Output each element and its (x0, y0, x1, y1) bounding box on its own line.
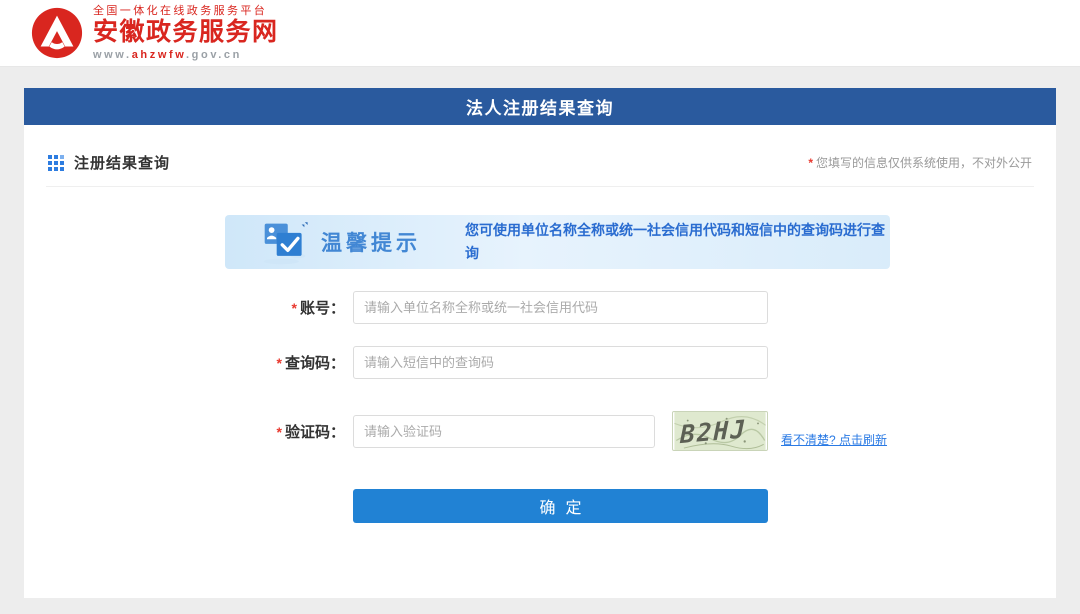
tips-banner: 温馨提示 您可使用单位名称全称或统一社会信用代码和短信中的查询码进行查询 (225, 215, 890, 269)
page: 全国一体化在线政务服务平台 安徽政务服务网 www.ahzwfw.gov.cn … (0, 0, 1080, 598)
required-asterisk: * (292, 300, 297, 316)
captcha-input[interactable] (353, 415, 655, 448)
confirm-button[interactable]: 确定 (353, 489, 768, 523)
captcha-text: B2HJ (679, 414, 747, 449)
account-input[interactable] (353, 291, 768, 324)
site-logo[interactable]: 全国一体化在线政务服务平台 安徽政务服务网 www.ahzwfw.gov.cn (30, 5, 279, 61)
card-body: 注册结果查询 *您填写的信息仅供系统使用，不对外公开 (24, 125, 1056, 523)
site-url: www.ahzwfw.gov.cn (93, 49, 279, 61)
account-label: *账号： (225, 297, 353, 318)
platform-name: 全国一体化在线政务服务平台 (93, 5, 279, 17)
querycode-label: *查询码： (225, 352, 353, 373)
form-row-querycode: *查询码： (225, 346, 1034, 379)
tip-title: 温馨提示 (321, 227, 421, 257)
site-name: 安徽政务服务网 (93, 19, 279, 47)
url-prefix: www. (93, 49, 132, 61)
tip-message: 您可使用单位名称全称或统一社会信用代码和短信中的查询码进行查询 (465, 219, 889, 265)
section-header: 注册结果查询 *您填写的信息仅供系统使用，不对外公开 (46, 125, 1034, 187)
form-row-captcha: *验证码： B2HJ (225, 411, 1034, 451)
url-suffix: .gov.cn (186, 49, 242, 61)
url-highlight: ahzwfw (132, 49, 186, 61)
captcha-label-text: 验证码 (285, 424, 330, 441)
logo-text: 全国一体化在线政务服务平台 安徽政务服务网 www.ahzwfw.gov.cn (93, 5, 279, 61)
grid-icon (48, 155, 64, 171)
captcha-image[interactable]: B2HJ (672, 411, 768, 451)
note-text: 您填写的信息仅供系统使用，不对外公开 (816, 156, 1032, 170)
captcha-label: *验证码： (225, 421, 353, 442)
required-asterisk: * (277, 355, 282, 371)
section-title: 注册结果查询 (74, 152, 170, 173)
section-left: 注册结果查询 (48, 152, 170, 173)
querycode-label-text: 查询码 (285, 355, 330, 372)
page-title-bar: 法人注册结果查询 (24, 88, 1056, 125)
label-separator: ： (330, 355, 345, 372)
submit-row: 确定 (353, 489, 1034, 523)
required-asterisk: * (277, 424, 282, 440)
query-form: *账号： *查询码： *验证码： (46, 291, 1034, 523)
note-asterisk: * (808, 156, 813, 170)
anhui-emblem-icon (30, 6, 84, 60)
account-label-text: 账号 (300, 300, 330, 317)
form-row-account: *账号： (225, 291, 1034, 324)
querycode-input[interactable] (353, 346, 768, 379)
privacy-note: *您填写的信息仅供系统使用，不对外公开 (808, 154, 1032, 171)
query-card: 法人注册结果查询 注册结果查询 *您填写的信息仅供系统使用，不对外公开 (24, 88, 1056, 598)
site-header: 全国一体化在线政务服务平台 安徽政务服务网 www.ahzwfw.gov.cn (0, 0, 1080, 67)
label-separator: ： (330, 300, 345, 317)
page-title: 法人注册结果查询 (466, 94, 614, 119)
id-check-icon (261, 220, 309, 266)
captcha-refresh-link[interactable]: 看不清楚? 点击刷新 (781, 431, 887, 448)
label-separator: ： (330, 424, 345, 441)
